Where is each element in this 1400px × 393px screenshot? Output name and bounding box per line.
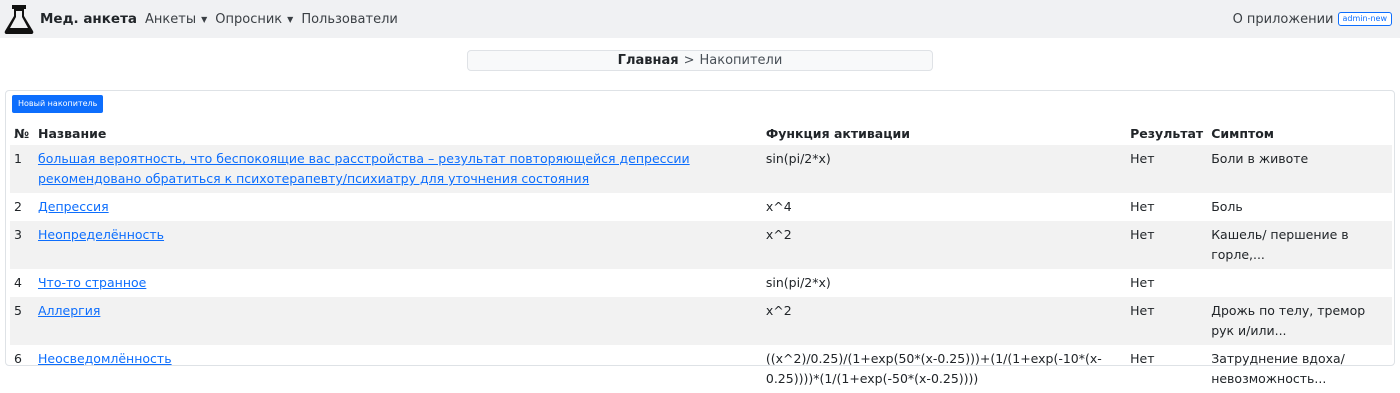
cell-result: Нет <box>1126 297 1208 345</box>
cell-result: Нет <box>1126 221 1208 269</box>
cell-symptom: Дрожь по телу, тремор рук и/или... <box>1207 297 1392 345</box>
cell-function: sin(pi/2*x) <box>761 145 1127 193</box>
nav-item-label: Анкеты <box>145 11 197 27</box>
cell-name: Депрессия <box>34 193 762 221</box>
breadcrumb: Главная > Накопители <box>467 50 933 71</box>
table-row: 4 Что-то странное sin(pi/2*x) Нет <box>10 269 1392 297</box>
new-accumulator-button[interactable]: Новый накопитель <box>12 95 104 113</box>
table-row: 1 большая вероятность, что беспокоящие в… <box>10 145 1392 193</box>
cell-num: 6 <box>14 351 22 366</box>
table-row: 3 Неопределённость x^2 Нет Кашель/ перше… <box>10 221 1392 269</box>
cell-function: x^2 <box>761 297 1127 345</box>
cell-symptom: Затруднение вдоха/ невозможность... <box>1211 351 1345 386</box>
table-row: 6 Неосведомлённость ((x^2)/0.25)/(1+exp(… <box>10 345 1392 393</box>
cell-result: Нет <box>1130 275 1155 290</box>
cell-result: Нет <box>1130 351 1155 366</box>
cell-num: 1 <box>10 145 34 193</box>
cell-function: sin(pi/2*x) <box>765 275 831 290</box>
nav-item-about[interactable]: О приложении <box>1233 12 1334 27</box>
table-row: 5 Аллергия x^2 Нет Дрожь по телу, тремор… <box>10 297 1392 345</box>
cell-num: 2 <box>14 199 22 214</box>
accumulators-card: Новый накопитель № Название Функция акти… <box>5 90 1395 386</box>
cell-name: Неопределённость <box>33 221 762 269</box>
navbar: Мед. анкета Анкеты ▼ Опросник ▼ Пользова… <box>0 0 1400 38</box>
nav-item-label: Опросник <box>215 11 283 27</box>
cell-result: Нет <box>1130 199 1155 214</box>
nav-item-label: Пользователи <box>301 11 398 27</box>
cell-num: 5 <box>10 297 34 345</box>
accumulator-link[interactable]: Аллергия <box>38 303 100 318</box>
cell-name: Аллергия <box>33 297 762 345</box>
cell-function: x^2 <box>761 221 1127 269</box>
accumulator-link[interactable]: Депрессия <box>38 199 109 214</box>
table-row: 2 Депрессия x^4 Нет Боль <box>10 193 1392 221</box>
breadcrumb-home[interactable]: Главная <box>618 53 679 68</box>
accumulator-link[interactable]: большая вероятность, что беспокоящие вас… <box>38 151 690 186</box>
breadcrumb-wrapper: Главная > Накопители <box>0 50 1400 71</box>
cell-name: Неосведомлённость <box>34 345 762 393</box>
cell-symptom <box>1207 269 1392 297</box>
table-header-row: № Название Функция активации Результат С… <box>10 121 1392 145</box>
cell-function: x^4 <box>765 199 792 214</box>
header-name: Название <box>37 125 107 141</box>
accumulators-table: № Название Функция активации Результат С… <box>10 121 1392 393</box>
header-symptom: Симптом <box>1211 125 1275 141</box>
breadcrumb-current: Накопители <box>699 53 783 68</box>
accumulator-link[interactable]: Неопределённость <box>38 227 164 242</box>
brand-title: Мед. анкета <box>40 11 138 27</box>
nav-item-surveys[interactable]: Анкеты ▼ <box>145 12 207 27</box>
accumulator-link[interactable]: Что-то странное <box>38 275 146 290</box>
cell-symptom: Боли в животе <box>1207 145 1392 193</box>
cell-symptom: Боль <box>1211 199 1243 214</box>
cell-symptom: Кашель/ першение в горле,... <box>1207 221 1392 269</box>
header-num: № <box>14 125 30 141</box>
cell-num: 3 <box>10 221 34 269</box>
flask-icon <box>4 5 34 34</box>
cell-name: большая вероятность, что беспокоящие вас… <box>33 145 762 193</box>
brand-link[interactable]: Мед. анкета <box>2 2 137 36</box>
nav-item-users[interactable]: Пользователи <box>301 12 398 27</box>
user-badge[interactable]: admin-new <box>1337 12 1392 26</box>
cell-name: Что-то странное <box>34 269 762 297</box>
cell-num: 4 <box>14 275 22 290</box>
caret-down-icon: ▼ <box>201 14 208 24</box>
nav-item-questionnaire[interactable]: Опросник ▼ <box>215 12 293 27</box>
header-result: Результат <box>1130 125 1204 141</box>
nav-right: О приложении admin-new <box>1233 12 1392 27</box>
cell-function: ((x^2)/0.25)/(1+exp(50*(x-0.25)))+(1/(1+… <box>765 351 1102 386</box>
caret-down-icon: ▼ <box>287 14 294 24</box>
header-function: Функция активации <box>765 125 910 141</box>
accumulator-link[interactable]: Неосведомлённость <box>38 351 172 366</box>
breadcrumb-separator: > <box>683 53 695 68</box>
cell-result: Нет <box>1126 145 1208 193</box>
